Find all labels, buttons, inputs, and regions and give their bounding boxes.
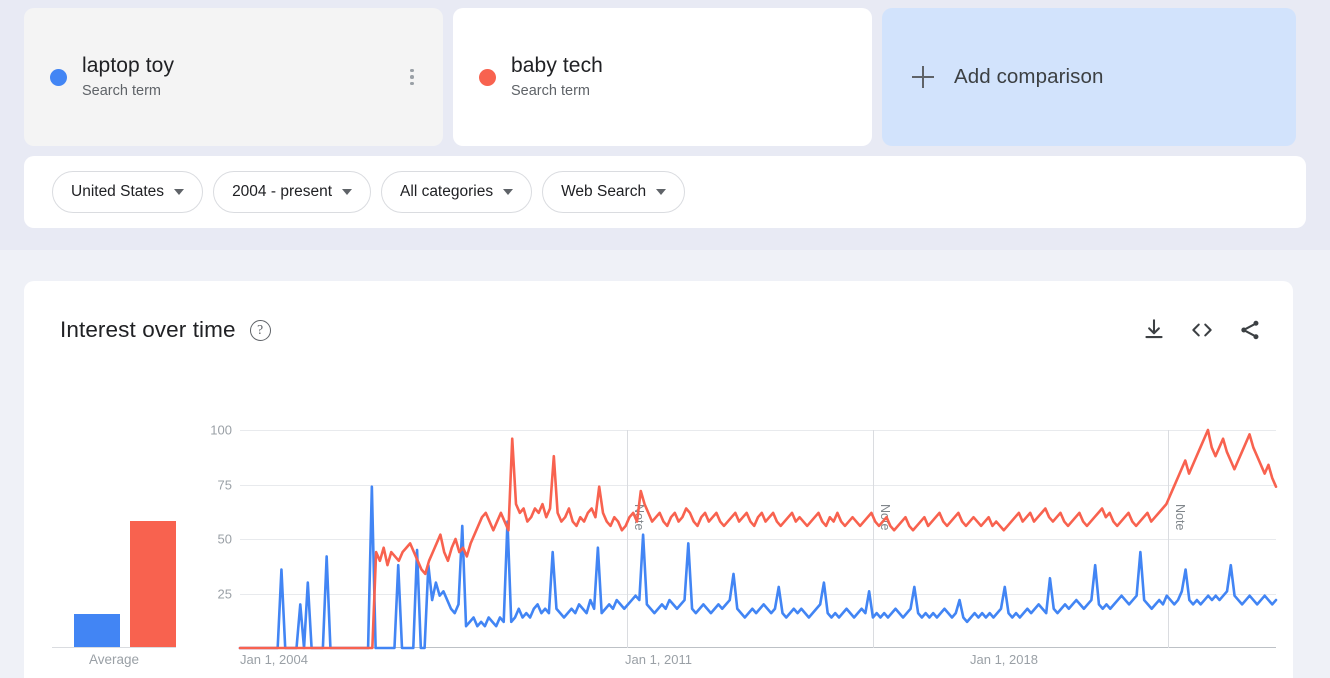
chevron-down-icon (656, 189, 667, 195)
code-icon[interactable] (1189, 317, 1215, 343)
search-type-filter-label: Web Search (561, 183, 647, 200)
time-range-filter-label: 2004 - present (232, 183, 333, 200)
download-icon[interactable] (1141, 317, 1167, 343)
search-term-text-2: baby tech Search term (511, 54, 603, 100)
help-circle-icon[interactable]: ? (249, 319, 271, 341)
search-term-card-2[interactable]: baby tech Search term (453, 8, 872, 146)
series-lines (238, 428, 1278, 650)
y-axis-tick-100: 100 (210, 422, 232, 438)
location-filter[interactable]: United States (52, 171, 204, 213)
y-axis-labels: 25 50 75 100 (196, 423, 232, 648)
time-series-plot-area[interactable]: Note Note Note (238, 428, 1278, 650)
location-filter-label: United States (71, 183, 165, 200)
share-icon[interactable] (1237, 317, 1263, 343)
page-title: Interest over time (60, 317, 236, 342)
add-comparison-label: Add comparison (954, 65, 1104, 88)
more-options-icon-1[interactable] (401, 66, 423, 88)
average-bar-chart: Average (52, 430, 176, 678)
chevron-down-icon (174, 189, 185, 195)
search-term-type-1: Search term (82, 83, 161, 100)
series-color-dot-1 (50, 68, 67, 86)
chart-header: Interest over time ? (60, 309, 1263, 351)
filters-bar: United States 2004 - present All categor… (24, 156, 1306, 228)
series-line-1 (238, 485, 1278, 650)
average-label: Average (88, 652, 140, 667)
x-axis-labels: Jan 1, 2004 Jan 1, 2011 Jan 1, 2018 (240, 652, 1276, 674)
y-axis-tick-25: 25 (217, 586, 232, 601)
x-axis-tick-1: Jan 1, 2004 (240, 652, 308, 667)
chevron-down-icon (342, 189, 353, 195)
chevron-down-icon (503, 189, 514, 195)
time-series-chart: 25 50 75 100 Note Note Note Jan 1, 2004 Jan 1,… (196, 423, 1278, 678)
search-term-text-1: laptop toy Search term (82, 54, 174, 100)
series-color-dot-2 (479, 68, 496, 86)
search-terms-row: laptop toy Search term baby tech Search … (24, 8, 1306, 146)
search-term-name-1: laptop toy (82, 53, 175, 77)
average-baseline (52, 647, 176, 648)
category-filter-label: All categories (400, 183, 494, 200)
y-axis-tick-75: 75 (217, 477, 232, 492)
search-type-filter[interactable]: Web Search (542, 171, 686, 213)
add-comparison-button[interactable]: Add comparison (882, 8, 1296, 146)
plus-icon (912, 66, 934, 88)
x-axis-tick-3: Jan 1, 2018 (970, 652, 1038, 667)
average-bar-1 (74, 614, 120, 647)
search-term-card-1[interactable]: laptop toy Search term (24, 8, 443, 146)
average-bars (52, 430, 176, 648)
search-term-type-2: Search term (511, 83, 590, 100)
category-filter[interactable]: All categories (381, 171, 533, 213)
search-term-name-2: baby tech (511, 53, 603, 77)
chart-title-wrap: Interest over time ? (60, 317, 271, 343)
time-range-filter[interactable]: 2004 - present (213, 171, 372, 213)
x-axis-tick-2: Jan 1, 2011 (625, 652, 692, 667)
average-bar-2 (130, 521, 176, 647)
y-axis-tick-50: 50 (217, 531, 232, 547)
chart-actions (1141, 317, 1263, 343)
